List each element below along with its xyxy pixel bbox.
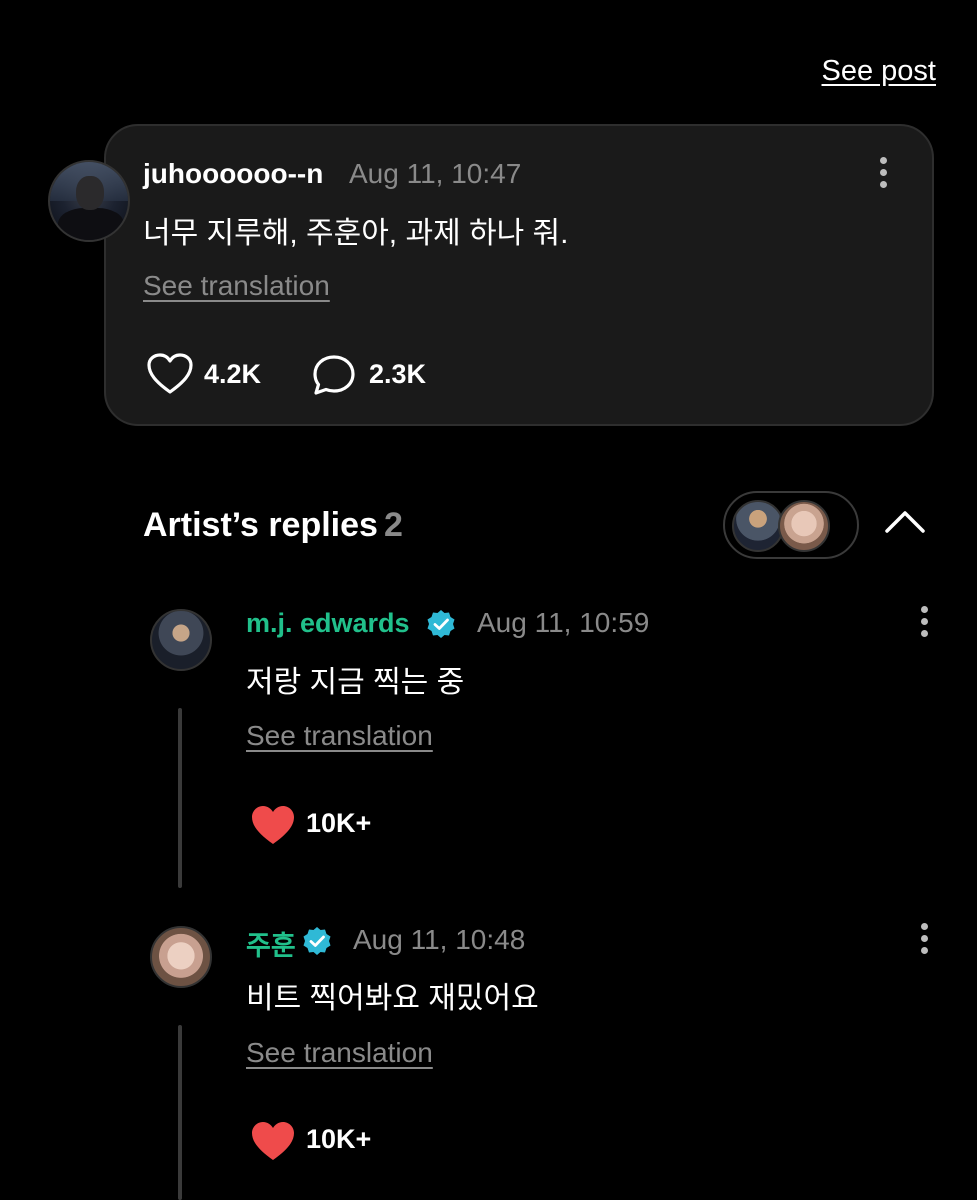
post-author-avatar[interactable]: [48, 160, 130, 242]
see-translation-link[interactable]: See translation: [246, 1037, 433, 1069]
artist-avatar: [732, 500, 784, 552]
post-comment-count: 2.3K: [369, 359, 427, 389]
reply-author-avatar[interactable]: [150, 609, 212, 671]
reply-like-count: 10K+: [306, 808, 372, 838]
heart-filled-icon[interactable]: [249, 1119, 297, 1163]
artist-replies-title: Artist’s replies: [143, 506, 378, 544]
reply-body: 저랑 지금 찍는 중: [246, 666, 465, 699]
more-options-icon[interactable]: [921, 606, 929, 642]
post-timestamp: Aug 11, 10:47: [349, 158, 522, 189]
comment-bubble-icon[interactable]: [312, 354, 356, 396]
verified-badge-icon: [427, 610, 455, 638]
more-options-icon[interactable]: [880, 157, 888, 193]
see-translation-link[interactable]: See translation: [143, 270, 330, 302]
more-options-icon[interactable]: [921, 923, 929, 959]
verified-badge-icon: [303, 927, 331, 955]
artist-avatar: [778, 500, 830, 552]
heart-filled-icon[interactable]: [249, 803, 297, 847]
see-post-link[interactable]: See post: [822, 55, 936, 88]
reply-timestamp: Aug 11, 10:48: [353, 924, 526, 955]
thread-line: [178, 708, 182, 888]
reply-username[interactable]: m.j. edwards: [246, 608, 410, 639]
artist-replies-count: 2: [383, 506, 403, 544]
artist-replies-heading: Artist’s replies 2: [143, 506, 403, 545]
see-translation-link[interactable]: See translation: [246, 720, 433, 752]
post-body: 너무 지루해, 주훈아, 과제 하나 줘.: [143, 217, 569, 250]
reply-body: 비트 찍어봐요 재밌어요: [246, 982, 539, 1015]
thread-line: [178, 1025, 182, 1200]
reply-like-count: 10K+: [306, 1124, 372, 1154]
post-username[interactable]: juhoooooo--n: [143, 158, 323, 190]
reply-username[interactable]: 주훈: [246, 924, 296, 963]
heart-outline-icon[interactable]: [146, 352, 194, 396]
reply-timestamp: Aug 11, 10:59: [477, 607, 650, 638]
post-like-count: 4.2K: [204, 359, 262, 389]
reply-author-avatar[interactable]: [150, 926, 212, 988]
chevron-up-icon[interactable]: [884, 508, 926, 534]
